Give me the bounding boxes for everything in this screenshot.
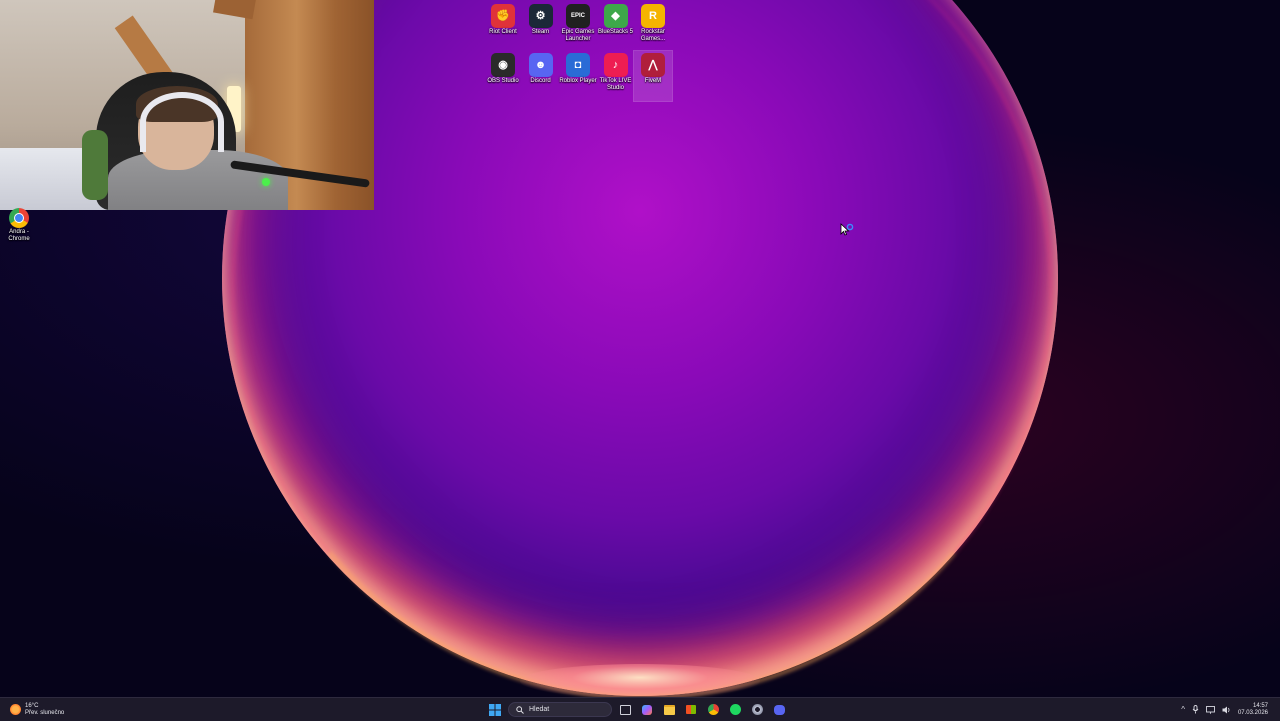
desktop-icon-label: Steam bbox=[531, 29, 550, 35]
taskbar: 16°C Přev. slunečno Hledat ^ 14:57 07.03… bbox=[0, 697, 1280, 721]
network-icon[interactable] bbox=[1206, 705, 1215, 714]
desktop-icon-tiktok-live[interactable]: ♪ TikTok LIVE Studio bbox=[597, 51, 635, 101]
file-explorer-icon bbox=[663, 704, 675, 715]
desktop-icon-label: TikTok LIVE Studio bbox=[599, 78, 632, 91]
desktop-icon-label: Rockstar Games... bbox=[640, 29, 666, 42]
microphone-icon[interactable] bbox=[1192, 705, 1199, 714]
search-icon bbox=[516, 705, 524, 714]
desktop-icon-roblox[interactable]: ◘ Roblox Player bbox=[559, 51, 597, 101]
desktop-icon-rockstar[interactable]: R Rockstar Games... bbox=[634, 2, 672, 52]
taskbar-search[interactable]: Hledat bbox=[508, 702, 612, 717]
discord-icon: ☻ bbox=[528, 53, 553, 77]
bluestacks-icon: ◆ bbox=[603, 4, 628, 28]
steam-icon: ⚙ bbox=[528, 4, 553, 28]
clock-time: 14:57 bbox=[1252, 702, 1268, 709]
start-button[interactable] bbox=[486, 701, 504, 719]
desktop-icon-discord[interactable]: ☻ Discord bbox=[522, 51, 560, 101]
riot-client-icon: ✊ bbox=[491, 4, 515, 28]
roblox-icon: ◘ bbox=[566, 53, 590, 77]
desktop-icon-label: Riot Client bbox=[489, 29, 517, 35]
desktop-icon-label: BlueStacks 5 bbox=[597, 29, 634, 35]
chrome-taskbar-button[interactable] bbox=[704, 701, 722, 719]
clock[interactable]: 14:57 07.03.2026 bbox=[1238, 703, 1268, 717]
wallpaper-orb-glow bbox=[520, 664, 760, 697]
desktop-icon-label: Epic Games Launcher bbox=[561, 29, 595, 42]
clock-date: 07.03.2026 bbox=[1237, 709, 1268, 716]
chrome-icon bbox=[707, 704, 719, 715]
weather-temperature: 16°C bbox=[25, 702, 39, 709]
sun-icon bbox=[10, 704, 21, 715]
copilot-button[interactable] bbox=[638, 701, 656, 719]
desktop-icon-obs[interactable]: ◉ OBS Studio bbox=[484, 51, 522, 101]
chrome-icon bbox=[9, 208, 29, 228]
desktop-icon-label: OBS Studio bbox=[487, 78, 519, 84]
discord-taskbar-button[interactable] bbox=[770, 701, 788, 719]
windows-icon bbox=[489, 703, 501, 716]
desktop-icon-label: Discord bbox=[530, 78, 551, 84]
desktop-icon-steam[interactable]: ⚙ Steam bbox=[522, 2, 560, 52]
task-view-icon bbox=[619, 704, 631, 715]
fivem-icon: ⋀ bbox=[641, 53, 665, 77]
store-icon bbox=[686, 705, 696, 714]
taskbar-center: Hledat bbox=[486, 700, 788, 719]
desktop-icon-label: Roblox Player bbox=[559, 78, 597, 84]
discord-icon bbox=[773, 704, 785, 715]
desktop-icon-chrome-profile[interactable]: Andra - Chrome bbox=[0, 206, 38, 246]
store-button[interactable] bbox=[682, 701, 700, 719]
mouse-cursor-busy-icon bbox=[840, 223, 854, 236]
desktop-icon-riot-client[interactable]: ✊ Riot Client bbox=[484, 2, 522, 52]
rockstar-icon: R bbox=[641, 4, 665, 28]
file-explorer-button[interactable] bbox=[660, 701, 678, 719]
desktop-icon-fivem[interactable]: ⋀ FiveM bbox=[633, 50, 673, 102]
tiktok-live-icon: ♪ bbox=[603, 53, 628, 77]
epic-games-icon: EPIC bbox=[566, 4, 590, 28]
settings-button[interactable] bbox=[748, 701, 766, 719]
desktop-icon-epic-games[interactable]: EPIC Epic Games Launcher bbox=[559, 2, 597, 52]
task-view-button[interactable] bbox=[616, 701, 634, 719]
weather-widget[interactable]: 16°C Přev. slunečno bbox=[10, 701, 64, 718]
desktop-icon-label: Andra - Chrome bbox=[8, 229, 30, 242]
volume-icon[interactable] bbox=[1222, 706, 1231, 714]
settings-icon bbox=[751, 704, 763, 715]
weather-condition: Přev. slunečno bbox=[25, 709, 65, 716]
webcam-overlay bbox=[0, 0, 374, 210]
obs-icon: ◉ bbox=[491, 53, 515, 77]
spotify-icon bbox=[729, 704, 741, 715]
desktop-icon-bluestacks[interactable]: ◆ BlueStacks 5 bbox=[597, 2, 635, 52]
search-placeholder: Hledat bbox=[529, 706, 550, 713]
desktop-icon-label: FiveM bbox=[644, 78, 662, 84]
chevron-up-icon[interactable]: ^ bbox=[1181, 705, 1185, 714]
system-tray: ^ 14:57 07.03.2026 bbox=[1181, 700, 1268, 719]
copilot-icon bbox=[642, 704, 652, 715]
spotify-button[interactable] bbox=[726, 701, 744, 719]
